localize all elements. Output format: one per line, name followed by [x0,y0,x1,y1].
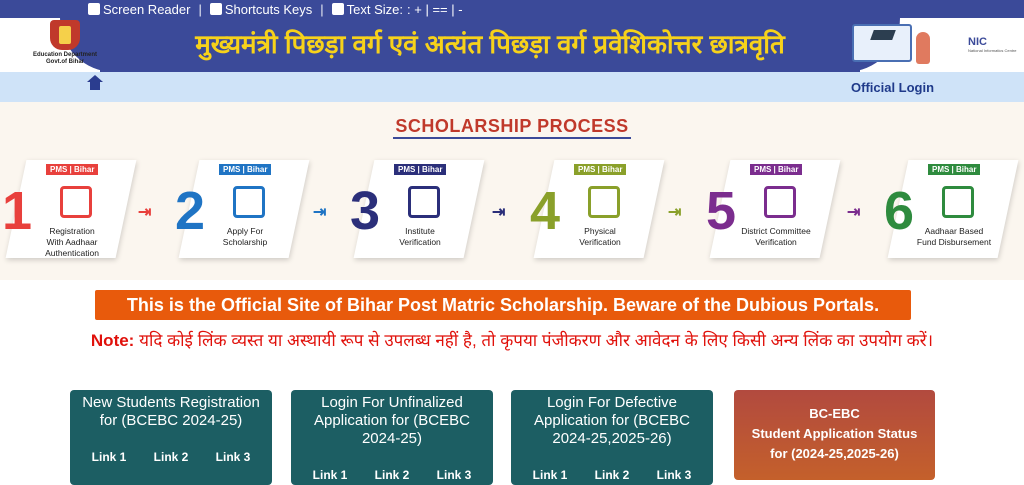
step-arrow-icon: ⇥ [668,204,682,221]
bihar-emblem-icon [50,20,80,50]
shortcut-keys-label: Shortcuts Keys [224,1,313,17]
defective-link-1[interactable]: Link 1 [533,468,568,482]
card-title: New Students Registration for (BCEBC 202… [82,394,260,429]
nic-label: NIC [968,36,987,48]
page-title: मुख्यमंत्री पिछड़ा वर्ग एवं अत्यंत पिछड़… [195,29,785,59]
unfinalized-login-card: Login For Unfinalized Application for (B… [291,390,493,485]
status-card-text: BC-EBC Student Application Status for (2… [734,390,935,464]
nic-logo[interactable]: NIC National Informatics Centre [968,36,1016,53]
official-login-link[interactable]: Official Login [851,80,934,95]
step-tag: PMS | Bihar [46,164,99,175]
illu-person [916,32,930,64]
text-size-icon [331,2,344,15]
registration-link-2[interactable]: Link 2 [154,450,189,464]
process-step-2: 2 PMS | Bihar Apply For Scholarship [175,160,315,260]
unfinalized-link-1[interactable]: Link 1 [313,468,348,482]
shortcut-keys-link[interactable]: Shortcuts Keys [209,1,313,17]
nic-sub: National Informatics Centre [968,48,1017,53]
site-header: Education Department Govt.of Bihar मुख्य… [0,18,1024,72]
process-step-5: 5 PMS | Bihar District Committee Verificati… [706,160,846,260]
unfinalized-link-2[interactable]: Link 2 [375,468,410,482]
registration-link-1[interactable]: Link 1 [92,450,127,464]
separator: | [320,1,324,17]
step-label: Institute Verification [399,226,441,247]
step-label: District Committee Verification [741,226,811,247]
committee-icon [764,186,796,218]
hindi-note: Note: यदि कोई लिंक व्यस्त या अस्थायी रूप… [80,330,944,352]
logo-line1: Education Department [32,52,97,58]
step-label: Aadhaar Based Fund Disbursement [916,226,992,247]
illu-cap [870,30,896,40]
text-size-controls[interactable]: : + | == | - [407,2,463,17]
text-size-label: Text Size: [331,2,403,17]
status-line1: BC-EBC [809,406,860,421]
process-step-6: 6 PMS | Bihar Aadhaar Based Fund Disburseme… [884,160,1024,260]
unfinalized-link-3[interactable]: Link 3 [437,468,472,482]
card-title: Login For Unfinalized Application for (B… [314,394,470,447]
step-arrow-icon: ⇥ [313,204,327,221]
scholarship-process-section: SCHOLARSHIP PROCESS 1 PMS | Bihar Registra… [0,102,1024,280]
process-step-4: 4 PMS | Bihar Physical Verification [530,160,670,260]
step-tag: PMS | Bihar [574,164,627,175]
status-line3: for (2024-25,2025-26) [770,446,899,461]
defective-link-3[interactable]: Link 3 [657,468,692,482]
defective-login-card: Login For Defective Application for (BCE… [511,390,713,485]
nav-bar: Official Login [0,72,1024,102]
application-status-card[interactable]: BC-EBC Student Application Status for (2… [734,390,935,480]
step-tag: PMS | Bihar [750,164,803,175]
process-step-3: 3 PMS | Bihar Institute Verification [350,160,490,260]
step-arrow-icon: ⇥ [492,204,506,221]
step-arrow-icon: ⇥ [847,204,861,221]
form-icon [233,186,265,218]
logo-line2: Govt.of Bihar [45,59,84,65]
step-arrow-icon: ⇥ [138,204,152,221]
checklist-icon [588,186,620,218]
rupee-icon [942,186,974,218]
defective-link-2[interactable]: Link 2 [595,468,630,482]
step-tag: PMS | Bihar [394,164,447,175]
logo-text: Education Department Govt.of Bihar [30,52,100,66]
step-tag: PMS | Bihar [928,164,981,175]
process-step-1: 1 PMS | Bihar Registration With Aadhaar Auth… [2,160,142,260]
fingerprint-icon [60,186,92,218]
official-site-notice: This is the Official Site of Bihar Post … [95,290,911,320]
screen-reader-icon [88,2,100,15]
new-registration-card: New Students Registration for (BCEBC 202… [70,390,272,485]
note-text: यदि कोई लिंक व्यस्त या अस्थायी रूप से उप… [134,331,934,350]
key-icon [209,2,222,15]
process-title: SCHOLARSHIP PROCESS [0,116,1024,139]
screen-reader-link[interactable]: Screen Reader [88,2,190,17]
separator: | [198,1,202,17]
graduation-illustration-icon [840,20,940,70]
card-title: Login For Defective Application for (BCE… [534,394,690,447]
registration-link-3[interactable]: Link 3 [216,450,251,464]
step-label: Registration With Aadhaar Authentication [45,226,99,258]
home-icon[interactable] [87,75,103,93]
note-label: Note: [90,331,135,350]
accessibility-bar: Screen Reader | Shortcuts Keys | Text Si… [0,0,1024,18]
building-icon [408,186,440,218]
step-label: Apply For Scholarship [222,226,268,247]
screen-reader-label: Screen Reader [103,1,191,17]
education-department-logo[interactable]: Education Department Govt.of Bihar [30,20,100,70]
step-tag: PMS | Bihar [219,164,272,175]
status-line2: Student Application Status [751,426,918,441]
step-label: Physical Verification [579,226,621,247]
